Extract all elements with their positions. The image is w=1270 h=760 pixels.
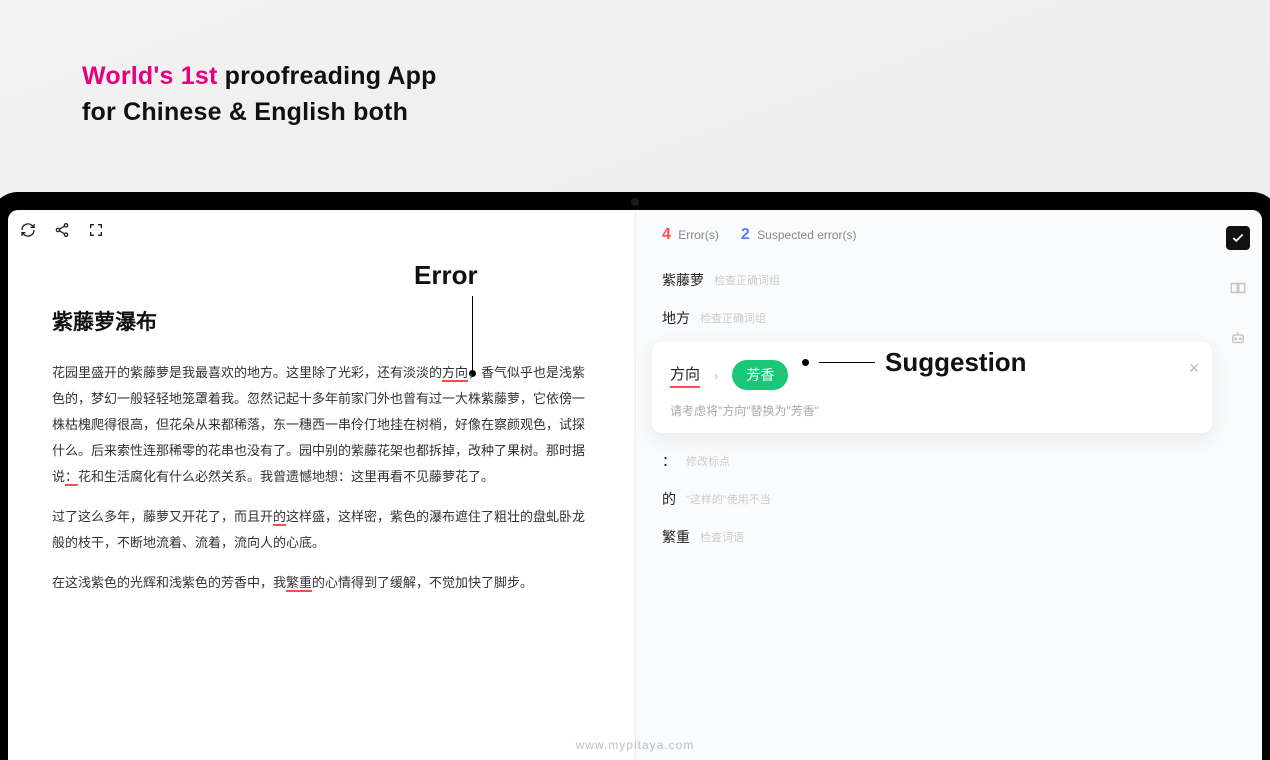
error-item-5[interactable]: 繁重 检查词语 — [662, 519, 1202, 557]
error-underline-fanzhong[interactable]: 繁重 — [286, 575, 312, 592]
error-count-label: Error(s) — [678, 228, 719, 242]
active-suggestion-card: 方向 › 芳香 ✕ 请考虑将"方向"替换为"芳香" Suggestion — [652, 342, 1212, 433]
error-count: 4 — [662, 226, 671, 243]
error-item-0[interactable]: 紫藤萝 检查正确词组 — [662, 262, 1202, 300]
laptop-frame: Error 紫藤萝瀑布 花园里盛开的紫藤萝是我最喜欢的地方。这里除了光彩，还有淡… — [0, 192, 1270, 760]
error-item-hint: "这样的"使用不当 — [686, 491, 771, 507]
error-item-word: 的 — [662, 489, 676, 509]
callout-suggestion-dot — [802, 359, 809, 366]
active-suggestion-desc: 请考虑将"方向"替换为"芳香" — [670, 402, 1194, 419]
suggestions-panel: 4 Error(s) 2 Suspected error(s) 紫藤萝 检查正确… — [635, 210, 1262, 760]
panel-header: 4 Error(s) 2 Suspected error(s) — [662, 226, 1202, 244]
p3-text-a: 在这浅紫色的光辉和浅紫色的芳香中，我 — [52, 575, 286, 590]
error-item-4[interactable]: 的 "这样的"使用不当 — [662, 481, 1202, 519]
error-item-word: 繁重 — [662, 527, 690, 547]
paragraph-3: 在这浅紫色的光辉和浅紫色的芳香中，我繁重的心情得到了缓解，不觉加快了脚步。 — [52, 570, 591, 596]
p3-text-b: 的心情得到了缓解，不觉加快了脚步。 — [312, 575, 533, 590]
marketing-headline: World's 1st proofreading App for Chinese… — [82, 58, 437, 131]
watermark: www.mypitaya.com — [0, 738, 1270, 752]
error-underline-de[interactable]: 的 — [273, 509, 286, 526]
callout-suggestion-line — [819, 362, 875, 363]
error-item-3[interactable]: ： 修改标点 — [662, 443, 1202, 481]
error-item-hint: 修改标点 — [686, 453, 730, 469]
chevron-right-icon: › — [714, 368, 718, 383]
error-count-group[interactable]: 4 Error(s) — [662, 226, 719, 244]
headline-rest1: proofreading App — [218, 62, 437, 90]
error-item-word: 紫藤萝 — [662, 270, 704, 290]
top-toolbar — [20, 222, 104, 238]
error-item-hint: 检查正确词组 — [700, 310, 766, 326]
headline-accent: World's 1st — [82, 62, 218, 90]
error-underline-colon[interactable]: ： — [65, 469, 78, 486]
suggestion-pill[interactable]: 芳香 — [732, 360, 788, 390]
callout-suggestion-label: Suggestion — [885, 347, 1027, 378]
check-view-icon[interactable] — [1226, 226, 1250, 250]
camera-notch — [631, 198, 639, 206]
panel-side-tools — [1226, 226, 1250, 350]
error-item-hint: 检查词语 — [700, 529, 744, 545]
paragraph-1: 花园里盛开的紫藤萝是我最喜欢的地方。这里除了光彩，还有淡淡的方向，香气似乎也是浅… — [52, 360, 591, 490]
suspected-count: 2 — [741, 226, 750, 243]
error-item-hint: 检查正确词组 — [714, 272, 780, 288]
suspected-count-label: Suspected error(s) — [757, 228, 856, 242]
compare-view-icon[interactable] — [1226, 276, 1250, 300]
active-error-word: 方向 — [670, 363, 700, 388]
fullscreen-icon[interactable] — [88, 222, 104, 238]
error-item-1[interactable]: 地方 检查正确词组 — [662, 300, 1202, 338]
headline-rest2: for Chinese & English both — [82, 98, 408, 126]
robot-view-icon[interactable] — [1226, 326, 1250, 350]
editor-pane[interactable]: 紫藤萝瀑布 花园里盛开的紫藤萝是我最喜欢的地方。这里除了光彩，还有淡淡的方向，香… — [8, 210, 635, 760]
document-title: 紫藤萝瀑布 — [52, 306, 591, 336]
p1-text-b: ，香气似乎也是浅紫色的，梦幻一般轻轻地笼罩着我。忽然记起十多年前家门外也曾有过一… — [52, 365, 585, 484]
error-item-word: 地方 — [662, 308, 690, 328]
callout-suggestion: Suggestion — [802, 347, 1027, 378]
close-icon[interactable]: ✕ — [1188, 360, 1200, 377]
suspected-count-group[interactable]: 2 Suspected error(s) — [741, 226, 857, 244]
p1-text-a: 花园里盛开的紫藤萝是我最喜欢的地方。这里除了光彩，还有淡淡的 — [52, 365, 442, 380]
error-underline-fangxiang[interactable]: 方向 — [442, 365, 468, 382]
app-screen: Error 紫藤萝瀑布 花园里盛开的紫藤萝是我最喜欢的地方。这里除了光彩，还有淡… — [8, 210, 1262, 760]
p2-text-a: 过了这么多年，藤萝又开花了，而且开 — [52, 509, 273, 524]
p1-text-c: 花和生活腐化有什么必然关系。我曾遗憾地想：这里再看不见藤萝花了。 — [78, 469, 494, 484]
refresh-icon[interactable] — [20, 222, 36, 238]
share-icon[interactable] — [54, 222, 70, 238]
error-item-word: ： — [662, 451, 676, 471]
paragraph-2: 过了这么多年，藤萝又开花了，而且开的这样盛，这样密，紫色的瀑布遮住了粗壮的盘虬卧… — [52, 504, 591, 556]
